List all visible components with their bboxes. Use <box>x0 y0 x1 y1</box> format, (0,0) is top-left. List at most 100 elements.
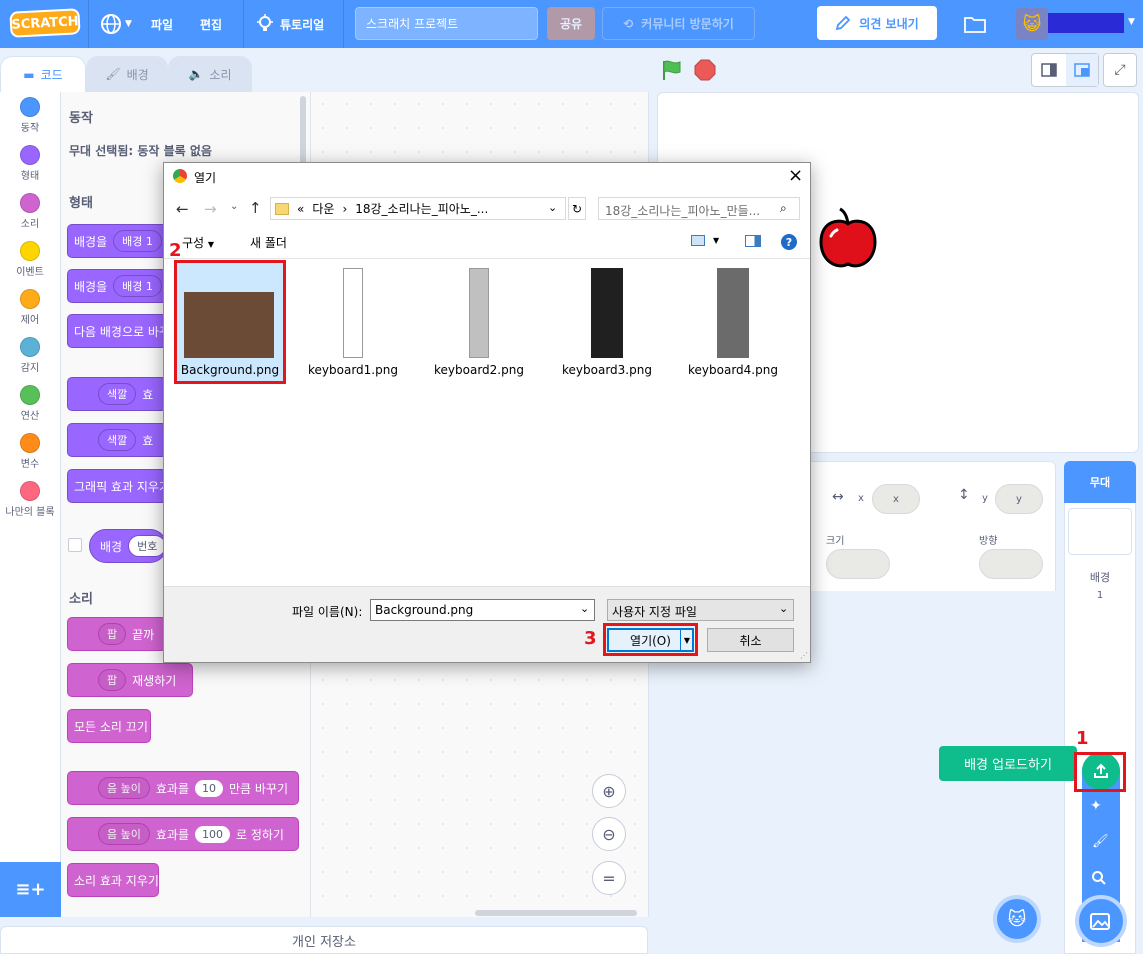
direction-input[interactable] <box>979 549 1043 579</box>
switch-backdrop-wait-block[interactable]: 배경을 배경 1 <box>67 269 167 303</box>
green-flag-button[interactable] <box>660 58 684 85</box>
scratch-logo[interactable]: SCRATCH <box>9 8 81 38</box>
file-keyboard3[interactable]: keyboard3.png <box>547 363 667 377</box>
help-icon[interactable]: ? <box>781 234 797 250</box>
tab-sounds[interactable]: 🔈 소리 <box>168 56 252 92</box>
recent-chevron-icon[interactable]: ⌄ <box>230 201 238 212</box>
zoom-out-button[interactable]: ⊖ <box>592 817 626 851</box>
x-input[interactable]: x <box>872 484 920 514</box>
breadcrumb-folder[interactable]: 18강_소리나는_피아노_... <box>355 200 488 217</box>
file-keyboard4[interactable]: keyboard4.png <box>673 363 793 377</box>
sound-dropdown[interactable]: 팝 <box>98 669 127 691</box>
language-menu[interactable]: ▼ <box>100 0 132 48</box>
search-input[interactable]: 18강_소리나는_피아노_만들... <box>598 197 800 220</box>
choose-sprite-button[interactable]: 🐱 <box>993 895 1041 943</box>
effect-dropdown[interactable]: 색깔 <box>98 383 137 405</box>
stop-button[interactable] <box>694 59 716 84</box>
fullscreen-button[interactable]: ⤢ <box>1103 53 1137 87</box>
back-arrow-icon[interactable]: ← <box>176 200 189 218</box>
sound-effect-dropdown[interactable]: 음 높이 <box>98 823 150 845</box>
backdrop-dropdown[interactable]: 배경 1 <box>113 230 162 252</box>
next-backdrop-block[interactable]: 다음 배경으로 바꾸기 <box>67 314 167 348</box>
refresh-button[interactable]: ↻ <box>568 197 586 220</box>
backdrop-number-checkbox[interactable] <box>68 538 82 552</box>
cancel-button[interactable]: 취소 <box>707 628 794 652</box>
small-stage-button[interactable] <box>1032 54 1065 86</box>
keyboard2-thumbnail[interactable] <box>469 268 489 358</box>
change-effect-block[interactable]: 색깔 효 <box>67 377 167 411</box>
tab-backdrops[interactable]: 🖌 배경 <box>86 56 168 92</box>
size-input[interactable] <box>826 549 890 579</box>
address-dropdown-icon[interactable]: ⌄ <box>548 201 557 214</box>
change-sound-effect-block[interactable]: 음 높이 효과를 10 만큼 바꾸기 <box>67 771 299 805</box>
set-effect-block[interactable]: 색깔 효 <box>67 423 167 457</box>
breadcrumb-downloads[interactable]: 다운 <box>312 200 334 217</box>
sound-dropdown[interactable]: 팝 <box>98 623 127 645</box>
new-folder-button[interactable]: 새 폴더 <box>250 234 287 251</box>
preview-pane-icon[interactable] <box>745 235 761 247</box>
category-looks[interactable]: 형태 <box>0 145 60 182</box>
clear-effects-block[interactable]: 그래픽 효과 지우기 <box>67 469 167 503</box>
keyboard3-thumbnail[interactable] <box>591 268 623 358</box>
paint-icon[interactable]: 🖌 <box>1092 834 1109 849</box>
large-stage-button[interactable] <box>1066 54 1098 86</box>
surprise-icon[interactable]: ✦ <box>1090 798 1102 814</box>
category-operators[interactable]: 연산 <box>0 385 60 422</box>
up-arrow-icon[interactable]: ↑ <box>249 199 262 217</box>
filetype-select[interactable]: 사용자 지정 파일 <box>607 599 794 621</box>
effect-value-input[interactable]: 100 <box>194 825 230 843</box>
file-keyboard1[interactable]: keyboard1.png <box>293 363 413 377</box>
keyboard4-thumbnail[interactable] <box>717 268 749 358</box>
sound-effect-dropdown[interactable]: 음 높이 <box>98 777 150 799</box>
effect-dropdown[interactable]: 색깔 <box>98 429 137 451</box>
choose-backdrop-button[interactable] <box>1075 895 1127 947</box>
keyboard1-thumbnail[interactable] <box>343 268 363 358</box>
category-my-blocks[interactable]: 나만의 블록 <box>0 481 60 518</box>
view-chevron-icon[interactable]: ▼ <box>713 236 719 245</box>
backdrop-number-reporter[interactable]: 배경 번호 <box>89 529 167 563</box>
switch-backdrop-block[interactable]: 배경을 배경 1 <box>67 224 167 258</box>
avatar[interactable]: 😺 <box>1016 8 1048 40</box>
workspace-scrollbar[interactable] <box>475 910 637 916</box>
project-title-input[interactable]: 스크래치 프로젝트 <box>355 7 538 40</box>
my-stuff-button[interactable] <box>964 0 986 48</box>
see-community-button[interactable]: ⟲ 커뮤니티 방문하기 <box>602 7 755 40</box>
tutorials-button[interactable]: 튜토리얼 <box>256 0 324 48</box>
edit-menu[interactable]: 편집 <box>200 0 222 48</box>
resize-grip-icon[interactable]: ⋰ <box>800 651 808 660</box>
zoom-reset-button[interactable]: = <box>592 861 626 895</box>
filename-input[interactable]: Background.png <box>370 599 595 621</box>
forward-arrow-icon[interactable]: → <box>204 200 217 218</box>
filetype-dropdown-icon[interactable]: ⌄ <box>779 602 788 615</box>
view-options-icon[interactable] <box>691 235 705 246</box>
share-button[interactable]: 공유 <box>547 7 595 40</box>
add-extension-button[interactable]: ≡+ <box>0 862 61 917</box>
category-control[interactable]: 제어 <box>0 289 60 326</box>
category-sensing[interactable]: 감지 <box>0 337 60 374</box>
category-events[interactable]: 이벤트 <box>0 241 60 278</box>
effect-value-input[interactable]: 10 <box>194 779 223 797</box>
close-icon[interactable]: × <box>788 165 803 186</box>
y-input[interactable]: y <box>995 484 1043 514</box>
number-dropdown[interactable]: 번호 <box>128 535 166 557</box>
play-sound-until-done-block[interactable]: 팝 끝까 <box>67 617 167 651</box>
stage-thumbnail[interactable] <box>1068 508 1132 555</box>
start-sound-block[interactable]: 팝 재생하기 <box>67 663 193 697</box>
tab-code[interactable]: ▬ 코드 <box>0 56 86 92</box>
clear-sound-effects-block[interactable]: 소리 효과 지우기 <box>67 863 159 897</box>
organize-menu[interactable]: 구성 ▼ <box>182 234 214 251</box>
account-chevron-icon[interactable]: ▼ <box>1128 17 1135 27</box>
file-keyboard2[interactable]: keyboard2.png <box>419 363 539 377</box>
zoom-in-button[interactable]: ⊕ <box>592 774 626 808</box>
category-sound[interactable]: 소리 <box>0 193 60 230</box>
backpack-header[interactable]: 개인 저장소 <box>0 926 648 954</box>
set-sound-effect-block[interactable]: 음 높이 효과를 100 로 정하기 <box>67 817 299 851</box>
file-menu[interactable]: 파일 <box>151 0 173 48</box>
category-variables[interactable]: 변수 <box>0 433 60 470</box>
feedback-button[interactable]: 의견 보내기 <box>817 6 937 40</box>
apple-sprite[interactable] <box>815 206 881 275</box>
search-backdrop-button[interactable] <box>1091 870 1107 889</box>
address-bar[interactable]: « 다운 › 18강_소리나는_피아노_... <box>270 197 566 220</box>
stop-all-sounds-block[interactable]: 모든 소리 끄기 <box>67 709 151 743</box>
backdrop-dropdown[interactable]: 배경 1 <box>113 275 162 297</box>
